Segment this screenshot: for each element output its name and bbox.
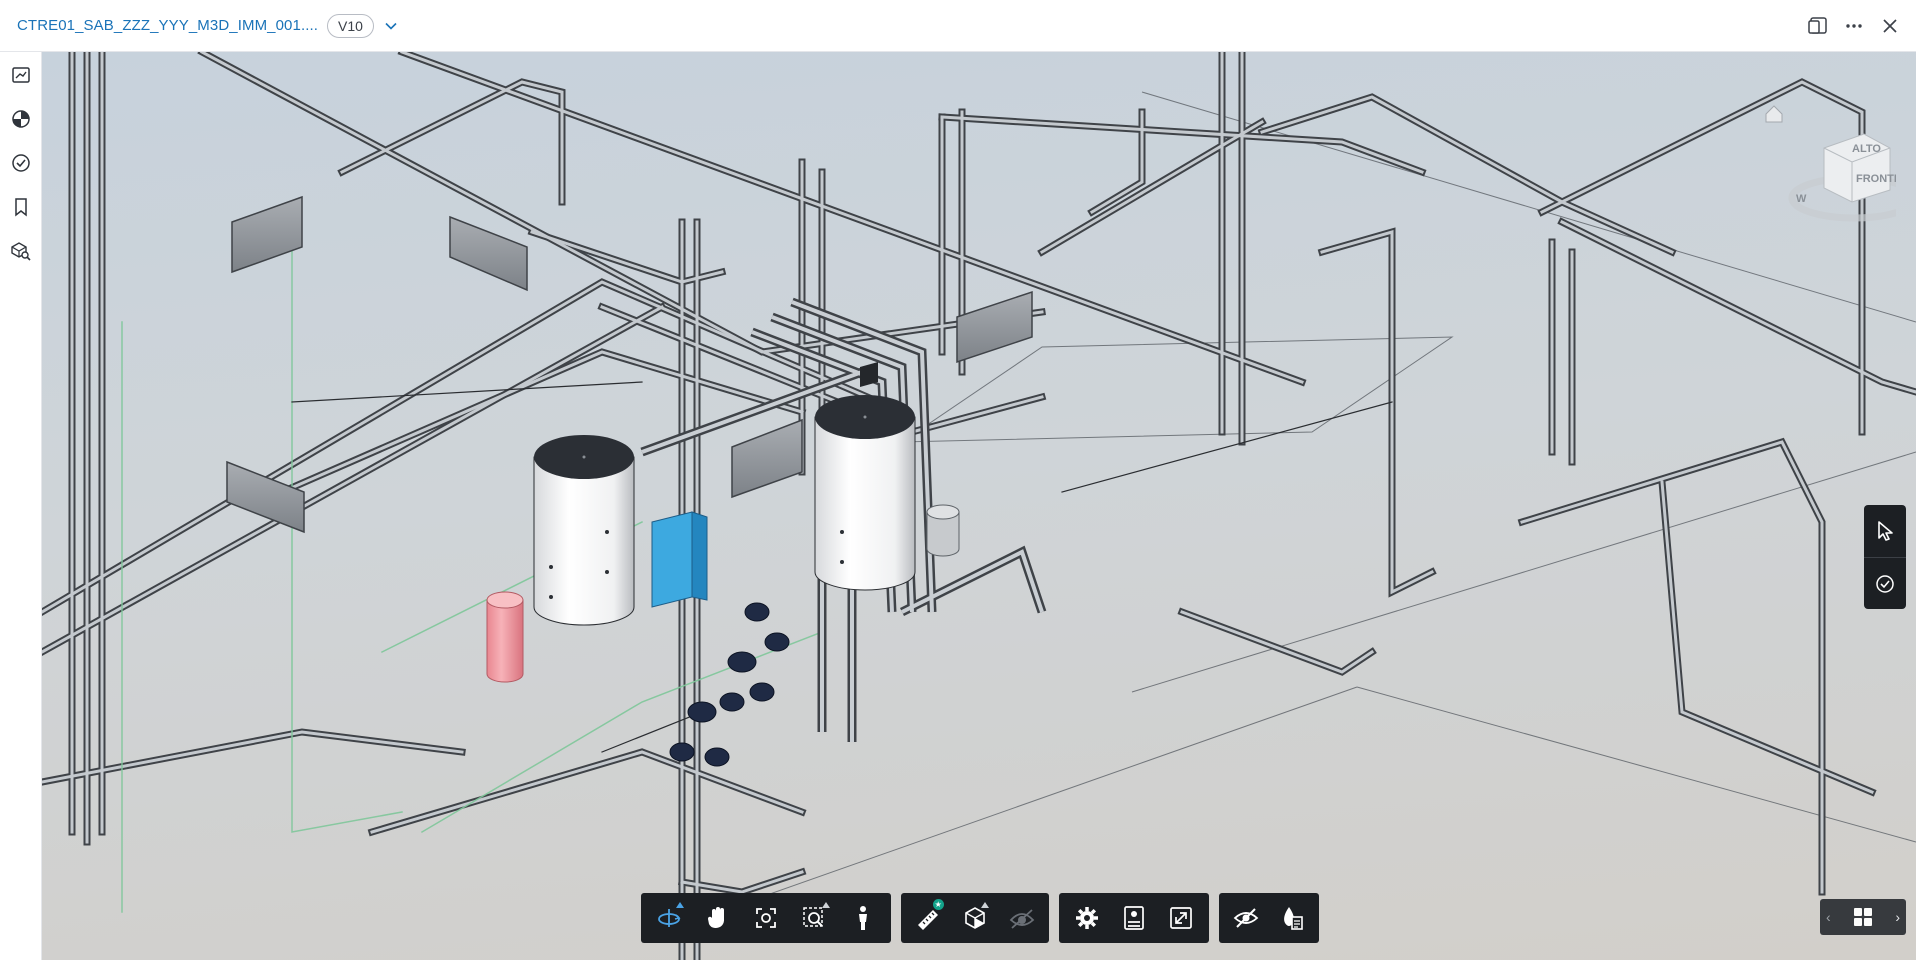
viewcube[interactable]: ALTO FRONTE W (1756, 90, 1916, 240)
version-badge[interactable]: V10 (327, 13, 374, 38)
close-icon[interactable] (1878, 14, 1902, 38)
markup-check-icon[interactable] (1864, 557, 1906, 609)
toolbar-navigation (641, 893, 891, 943)
fullscreen-icon[interactable] (1158, 893, 1205, 943)
model-canvas[interactable] (42, 52, 1916, 960)
right-tools (1864, 505, 1906, 609)
fit-view-icon[interactable] (742, 893, 790, 943)
version-dropdown-icon[interactable] (382, 17, 400, 35)
model-search-icon[interactable] (7, 237, 35, 265)
header-actions (1806, 0, 1902, 52)
viewcube-front-label: FRONTE (1856, 173, 1896, 185)
layout-pager: ‹ › (1820, 899, 1906, 935)
orbit-options-indicator (676, 902, 685, 908)
measure-badge: ★ (932, 899, 944, 910)
model-tree-icon[interactable] (1269, 893, 1315, 943)
document-title[interactable]: CTRE01_SAB_ZZZ_YYY_M3D_IMM_001.... (17, 17, 318, 34)
cursor-icon[interactable] (1864, 505, 1906, 557)
toolbar-visibility (1219, 893, 1319, 943)
zoom-options-indicator (821, 902, 830, 908)
sheets-icon[interactable] (7, 61, 35, 89)
viewer-header: CTRE01_SAB_ZZZ_YYY_M3D_IMM_001.... V10 (0, 0, 1916, 52)
pipe-network (42, 52, 1916, 960)
palette-icon[interactable] (7, 105, 35, 133)
split-view-icon[interactable] (1806, 14, 1830, 38)
pager-next[interactable]: › (1895, 909, 1900, 925)
check-circle-icon[interactable] (7, 149, 35, 177)
pager-prev[interactable]: ‹ (1826, 909, 1831, 925)
toolbar-measure: ★ (901, 893, 1049, 943)
viewcube-top-label: ALTO (1852, 143, 1881, 155)
orbit-icon[interactable] (645, 893, 693, 943)
explode-icon[interactable] (998, 893, 1045, 943)
toolbar-settings (1059, 893, 1209, 943)
expansion-vessel-grey (926, 504, 960, 557)
grid-icon[interactable] (1853, 907, 1873, 927)
zoom-window-icon[interactable] (790, 893, 838, 943)
left-rail (0, 52, 42, 960)
properties-icon[interactable] (1110, 893, 1157, 943)
expansion-vessel-red (486, 591, 524, 683)
model-viewport[interactable]: ALTO FRONTE W (42, 52, 1916, 960)
first-person-icon[interactable] (839, 893, 887, 943)
measure-icon[interactable]: ★ (905, 893, 952, 943)
storage-tank-right (814, 395, 916, 591)
bookmark-icon[interactable] (7, 193, 35, 221)
viewcube-compass-label: W (1796, 193, 1807, 205)
hide-icon[interactable] (1223, 893, 1269, 943)
section-options-indicator (981, 902, 990, 908)
more-options-icon[interactable] (1842, 14, 1866, 38)
heat-exchanger (651, 511, 708, 608)
section-box-icon[interactable] (952, 893, 999, 943)
settings-icon[interactable] (1063, 893, 1110, 943)
storage-tank-left (533, 435, 635, 626)
pan-icon[interactable] (693, 893, 741, 943)
home-icon[interactable] (1765, 105, 1783, 123)
